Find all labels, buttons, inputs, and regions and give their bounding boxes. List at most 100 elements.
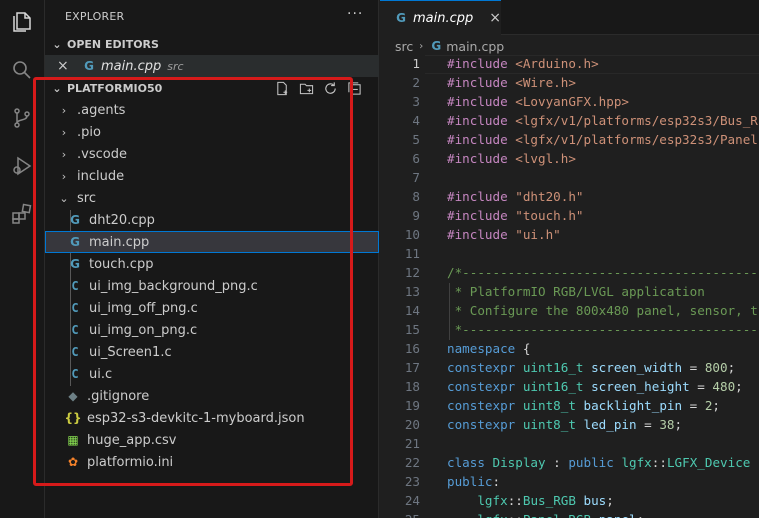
code-token: * PlatformIO RGB/LVGL application	[447, 284, 705, 299]
tree-item-label: .vscode	[77, 146, 127, 162]
close-icon[interactable]: ×	[57, 58, 73, 74]
code-token: "touch.h"	[515, 208, 584, 223]
file-item[interactable]: {} esp32-s3-devkitc-1-myboard.json	[45, 407, 379, 429]
collapse-all-icon[interactable]	[345, 79, 363, 97]
close-icon[interactable]: ×	[489, 10, 501, 26]
tab-main-cpp[interactable]: G main.cpp ×	[380, 0, 501, 35]
tree-item-label: ui.c	[89, 366, 113, 382]
refresh-icon[interactable]	[321, 79, 339, 97]
code-token: ::	[508, 512, 523, 518]
code-token: #include	[447, 151, 516, 166]
code-line: #include <lgfx/v1/platforms/esp32s3/Pane…	[447, 132, 758, 147]
code-line: * PlatformIO RGB/LVGL application	[447, 284, 705, 299]
code-line: constexpr uint16_t screen_height = 480;	[447, 379, 743, 394]
code-token: <Wire.h>	[515, 75, 576, 90]
chevron-down-icon: ⌄	[52, 37, 62, 51]
code-token: =	[682, 398, 705, 413]
files-icon[interactable]	[8, 8, 36, 36]
code-line: *---------------------------------------…	[447, 322, 759, 337]
file-item[interactable]: Cui_img_off_png.c	[45, 297, 379, 319]
cpp-file-icon: G	[84, 59, 94, 73]
file-item[interactable]: ✿ platformio.ini	[45, 451, 379, 473]
code-token: =	[636, 417, 660, 432]
code-token: <Arduino.h>	[515, 56, 599, 71]
code-line: class Display : public lgfx::LGFX_Device	[447, 455, 750, 470]
code-token: /*--------------------------------------…	[447, 265, 759, 280]
code-token: =	[682, 360, 705, 375]
code-token: 480	[712, 379, 736, 394]
line-number: 25	[380, 512, 420, 518]
code-token: class	[447, 455, 485, 470]
code-token: Bus_RGB	[522, 493, 576, 508]
file-item[interactable]: Gtouch.cpp	[45, 253, 379, 275]
code-token: "ui.h"	[515, 227, 561, 242]
folder-item[interactable]: ⌄ src	[45, 187, 379, 209]
breadcrumb-folder[interactable]: src	[395, 39, 413, 54]
search-icon[interactable]	[8, 56, 36, 84]
c-file-icon: C	[71, 279, 79, 293]
folder-header[interactable]: ⌄ PLATFORMIO50	[45, 77, 379, 99]
code-line: #include "dht20.h"	[447, 189, 584, 204]
folder-item[interactable]: › .pio	[45, 121, 379, 143]
line-number: 21	[404, 436, 420, 451]
run-debug-icon[interactable]	[8, 152, 36, 180]
code-token: *---------------------------------------…	[447, 322, 759, 337]
more-actions-button[interactable]: ···	[347, 6, 363, 22]
code-token: public	[447, 474, 493, 489]
file-item[interactable]: Cui.c	[45, 363, 379, 385]
cpp-file-icon: G	[70, 213, 80, 227]
open-editors-label: OPEN EDITORS	[67, 37, 159, 51]
extensions-icon[interactable]	[8, 200, 36, 228]
open-editor-name: main.cpp	[101, 58, 162, 74]
new-folder-icon[interactable]	[297, 79, 315, 97]
breadcrumb-file[interactable]: main.cpp	[446, 39, 504, 54]
file-item[interactable]: Cui_img_on_png.c	[45, 319, 379, 341]
tree-item-label: platformio.ini	[87, 454, 174, 470]
code-line: #include <Arduino.h>	[447, 56, 599, 71]
code-editor[interactable]: 1 #include <Arduino.h> 2 #include <Wire.h> 3…	[380, 55, 759, 518]
code-line: /*--------------------------------------…	[447, 265, 759, 280]
folder-item[interactable]: › .agents	[45, 99, 379, 121]
code-line: #include "touch.h"	[447, 208, 584, 223]
file-item[interactable]: Cui_img_background_png.c	[45, 275, 379, 297]
line-number: 16	[404, 341, 420, 356]
git-icon: ◆	[68, 389, 78, 403]
code-token: lgfx	[477, 493, 508, 508]
code-token: ;	[712, 398, 721, 413]
code-token: 38	[659, 417, 675, 432]
code-token: ;	[606, 493, 614, 508]
line-number: 4	[412, 113, 420, 128]
tree-item-label: touch.cpp	[89, 256, 154, 272]
code-line: namespace {	[447, 341, 530, 356]
activity-bar	[0, 0, 45, 518]
code-line: #include <lgfx/v1/platforms/esp32s3/Bus_…	[447, 113, 758, 128]
folder-item[interactable]: › include	[45, 165, 379, 187]
code-token: constexpr	[447, 417, 516, 432]
code-token: #include	[447, 94, 516, 109]
open-editor-item[interactable]: × G main.cpp src	[45, 55, 379, 77]
code-token: "dht20.h"	[515, 189, 584, 204]
editor: G main.cpp × src › G main.cpp 1 #include …	[380, 0, 759, 518]
source-control-icon[interactable]	[8, 104, 36, 132]
line-number: 8	[412, 189, 420, 204]
open-editors-header[interactable]: ⌄ OPEN EDITORS	[45, 33, 379, 55]
json-icon: {}	[64, 411, 82, 425]
code-token: =	[689, 379, 713, 394]
file-item[interactable]: Gdht20.cpp	[45, 209, 379, 231]
code-line: lgfx::Panel_RGB panel;	[447, 512, 644, 518]
file-item[interactable]: ▦ huge_app.csv	[45, 429, 379, 451]
tree-item-label: src	[77, 190, 96, 206]
file-item[interactable]: Gmain.cpp	[45, 231, 379, 253]
chevron-right-icon: ›	[419, 40, 424, 52]
line-number: 14	[404, 303, 420, 318]
line-number: 24	[404, 493, 420, 508]
file-item[interactable]: Cui_Screen1.c	[45, 341, 379, 363]
file-item[interactable]: ◆ .gitignore	[45, 385, 379, 407]
code-token: {	[515, 341, 531, 356]
code-token: 800	[704, 360, 728, 375]
folder-item[interactable]: › .vscode	[45, 143, 379, 165]
code-line: constexpr uint8_t backlight_pin = 2;	[447, 398, 720, 413]
code-token: #include	[447, 56, 516, 71]
new-file-icon[interactable]	[273, 79, 291, 97]
